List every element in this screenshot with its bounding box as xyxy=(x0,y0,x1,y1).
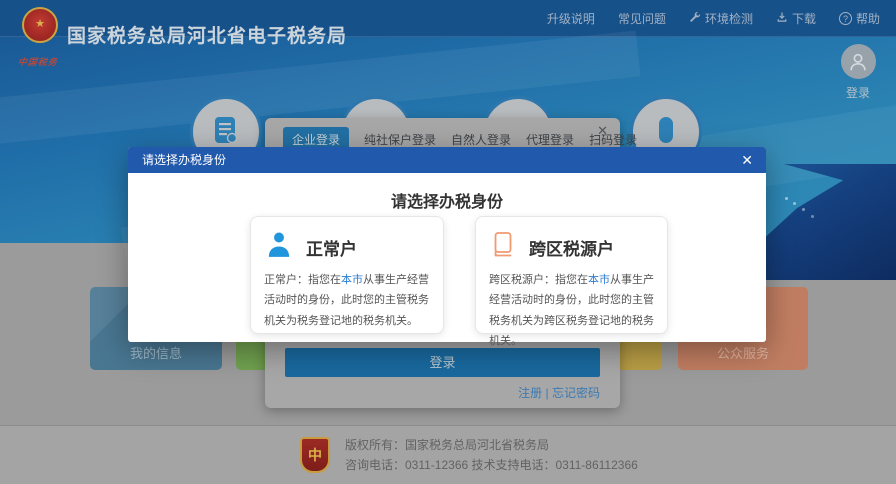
option-cross-region-taxpayer[interactable]: 跨区税源户 跨区税源户：指您在本市从事生产经营活动时的身份，此时您的主管税务机关… xyxy=(475,216,668,347)
person-icon xyxy=(266,231,292,263)
nav-env-check[interactable]: 环境检测 xyxy=(689,10,753,27)
site-title: 国家税务总局河北省电子税务局 xyxy=(67,26,348,47)
option-normal-taxpayer[interactable]: 正常户 正常户：指您在本市从事生产经营活动时的身份，此时您的主管税务机关为税务登… xyxy=(250,216,444,334)
option-cross-region-title: 跨区税源户 xyxy=(529,239,614,259)
document-clock-icon xyxy=(213,115,239,150)
login-button[interactable]: 登录 xyxy=(285,348,600,377)
tab-scan-login[interactable]: 扫码登录 xyxy=(589,131,637,148)
download-icon xyxy=(776,11,788,26)
user-login-area[interactable]: 登录 xyxy=(838,44,878,101)
help-icon: ? xyxy=(838,12,852,25)
links-divider: | xyxy=(545,386,549,400)
option-normal-title: 正常户 xyxy=(306,239,357,259)
option-normal-desc: 正常户：指您在本市从事生产经营活动时的身份，此时您的主管税务机关为税务登记地的税… xyxy=(264,274,429,327)
nav-help[interactable]: ? 帮助 xyxy=(838,10,880,27)
phone-line: 咨询电话：0311-12366 技术支持电话：0311-86112366 xyxy=(345,458,638,472)
modal-title: 请选择办税身份 xyxy=(142,153,227,167)
pill-icon xyxy=(655,115,677,150)
modal-titlebar: 请选择办税身份 ✕ xyxy=(128,147,766,173)
tab-social-security-login[interactable]: 纯社保户登录 xyxy=(364,131,436,148)
top-nav: 升级说明 常见问题 环境检测 下载 ? 帮助 xyxy=(547,10,880,27)
footer-text: 版权所有：国家税务总局河北省税务局 咨询电话：0311-12366 技术支持电话… xyxy=(345,435,638,475)
tab-agent-login[interactable]: 代理登录 xyxy=(526,131,574,148)
nav-download[interactable]: 下载 xyxy=(776,10,816,27)
wrench-icon xyxy=(689,11,701,26)
local-city-link[interactable]: 本市 xyxy=(341,274,363,286)
footer-badge-icon: 中 xyxy=(300,437,330,473)
forgot-password-link[interactable]: 忘记密码 xyxy=(552,386,600,400)
local-city-link[interactable]: 本市 xyxy=(588,274,610,286)
modal-heading: 请选择办税身份 xyxy=(390,194,503,211)
card-public-service-label: 公众服务 xyxy=(716,346,769,361)
nav-upgrade-notes[interactable]: 升级说明 xyxy=(547,10,595,27)
page: 中国税务 国家税务总局河北省电子税务局 升级说明 常见问题 环境检测 下载 ? … xyxy=(0,0,896,484)
emblem-script: 中国税务 xyxy=(17,57,59,67)
select-identity-modal: 请选择办税身份 ✕ 请选择办税身份 正常户 正常户：指您在本市从事生产经营活动时… xyxy=(128,147,766,347)
footer: 中 版权所有：国家税务总局河北省税务局 咨询电话：0311-12366 技术支持… xyxy=(0,425,896,484)
option-cross-region-desc: 跨区税源户：指您在本市从事生产经营活动时的身份，此时您的主管税务机关为跨区税务登… xyxy=(489,274,654,348)
register-link[interactable]: 注册 xyxy=(518,386,542,400)
nav-faq[interactable]: 常见问题 xyxy=(618,10,666,27)
avatar-login-label: 登录 xyxy=(845,86,870,100)
card-my-info-label: 我的信息 xyxy=(129,346,182,361)
modal-close-icon[interactable]: ✕ xyxy=(741,147,753,173)
tax-emblem-logo xyxy=(22,7,58,43)
copyright-line: 版权所有：国家税务总局河北省税务局 xyxy=(345,438,550,452)
tab-natural-person-login[interactable]: 自然人登录 xyxy=(451,131,511,148)
book-icon xyxy=(491,231,515,263)
auth-links: 注册 | 忘记密码 xyxy=(518,384,600,401)
avatar-icon xyxy=(840,44,876,79)
